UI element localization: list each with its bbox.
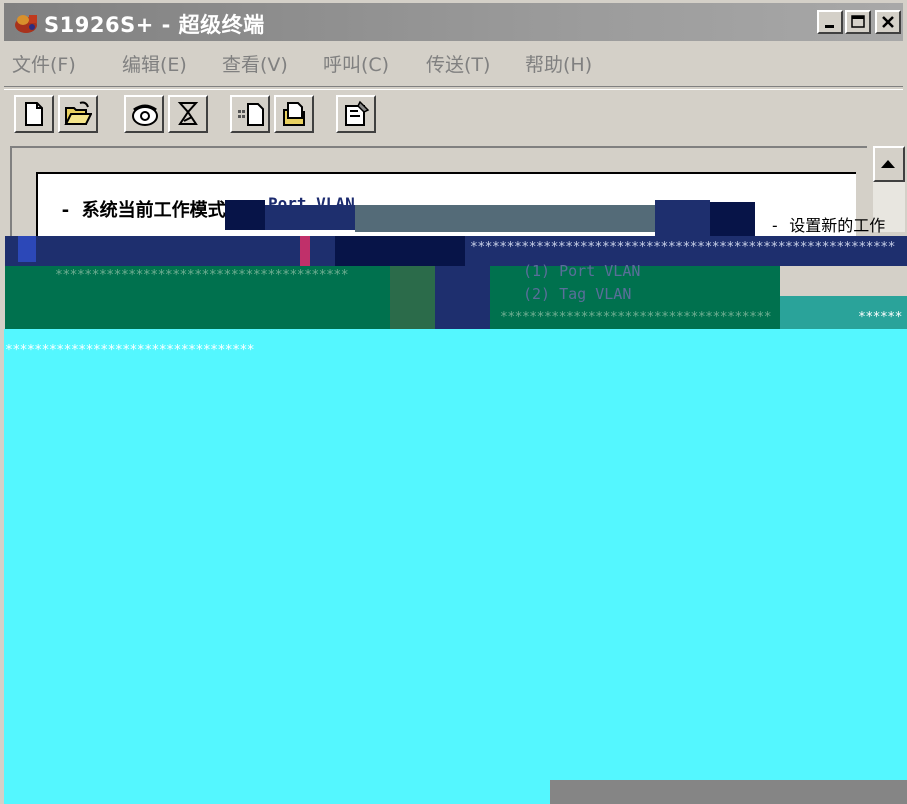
title-bar[interactable]: S1926S+ - 超级终端 bbox=[4, 3, 903, 41]
status-strip bbox=[550, 780, 907, 804]
properties-icon bbox=[345, 100, 370, 126]
receive-button[interactable] bbox=[274, 95, 314, 133]
menu-transfer[interactable]: 传送(T) bbox=[426, 50, 490, 77]
new-connection-button[interactable] bbox=[14, 95, 54, 133]
window-title: S1926S+ - 超级终端 bbox=[44, 13, 265, 37]
send-button[interactable] bbox=[230, 95, 270, 133]
glitch-block bbox=[355, 205, 655, 232]
menu-call[interactable]: 呼叫(C) bbox=[323, 50, 389, 77]
glitch-block bbox=[5, 236, 335, 266]
close-button[interactable] bbox=[875, 10, 901, 34]
disconnect-icon bbox=[177, 102, 199, 125]
maximize-button[interactable] bbox=[845, 10, 871, 34]
menu-file[interactable]: 文件(F) bbox=[12, 50, 76, 77]
stars-top: ****************************************… bbox=[470, 240, 895, 255]
new-mode-heading: - 设置新的工作 bbox=[770, 216, 886, 235]
send-icon bbox=[238, 103, 264, 126]
stars-mid: ************************************* bbox=[500, 310, 772, 325]
glitch-block bbox=[390, 266, 435, 329]
glitch-block bbox=[300, 236, 310, 266]
option-tag-vlan: (2) Tag VLAN bbox=[523, 285, 632, 303]
app-icon bbox=[15, 15, 37, 33]
toolbar-divider bbox=[4, 86, 903, 90]
glitch-block bbox=[655, 200, 710, 236]
minimize-icon bbox=[825, 25, 834, 28]
open-button[interactable] bbox=[58, 95, 98, 133]
properties-button[interactable] bbox=[336, 95, 376, 133]
minimize-button[interactable] bbox=[817, 10, 843, 34]
disconnect-button[interactable] bbox=[168, 95, 208, 133]
glitch-block bbox=[265, 205, 355, 230]
call-button[interactable] bbox=[124, 95, 164, 133]
maximize-icon bbox=[851, 15, 865, 28]
hyperterminal-window: S1926S+ - 超级终端 文件(F) 编辑(E) 查看(V) 呼叫(C) 传… bbox=[0, 0, 907, 804]
option-port-vlan: (1) Port VLAN bbox=[523, 262, 641, 280]
glitch-block bbox=[435, 266, 490, 329]
menu-edit[interactable]: 编辑(E) bbox=[122, 50, 187, 77]
glitch-block bbox=[18, 236, 36, 262]
stars-bottom: ********************************** bbox=[5, 343, 255, 358]
stars-right: ****** bbox=[858, 310, 902, 325]
call-icon bbox=[132, 104, 158, 126]
open-icon bbox=[64, 101, 92, 125]
glitch-block bbox=[710, 202, 755, 236]
scroll-up-button[interactable] bbox=[873, 146, 905, 182]
glitch-block bbox=[335, 236, 465, 266]
corrupted-screen-area bbox=[4, 329, 907, 804]
arrow-up-icon bbox=[881, 160, 895, 168]
new-icon bbox=[25, 102, 43, 126]
current-mode-line: - 系统当前工作模式 bbox=[60, 200, 226, 221]
stars-left: **************************************** bbox=[55, 268, 349, 283]
menu-view[interactable]: 查看(V) bbox=[222, 50, 288, 77]
menu-help[interactable]: 帮助(H) bbox=[525, 50, 592, 77]
glitch-block bbox=[225, 200, 265, 230]
close-icon bbox=[882, 16, 894, 28]
receive-icon bbox=[283, 102, 305, 126]
